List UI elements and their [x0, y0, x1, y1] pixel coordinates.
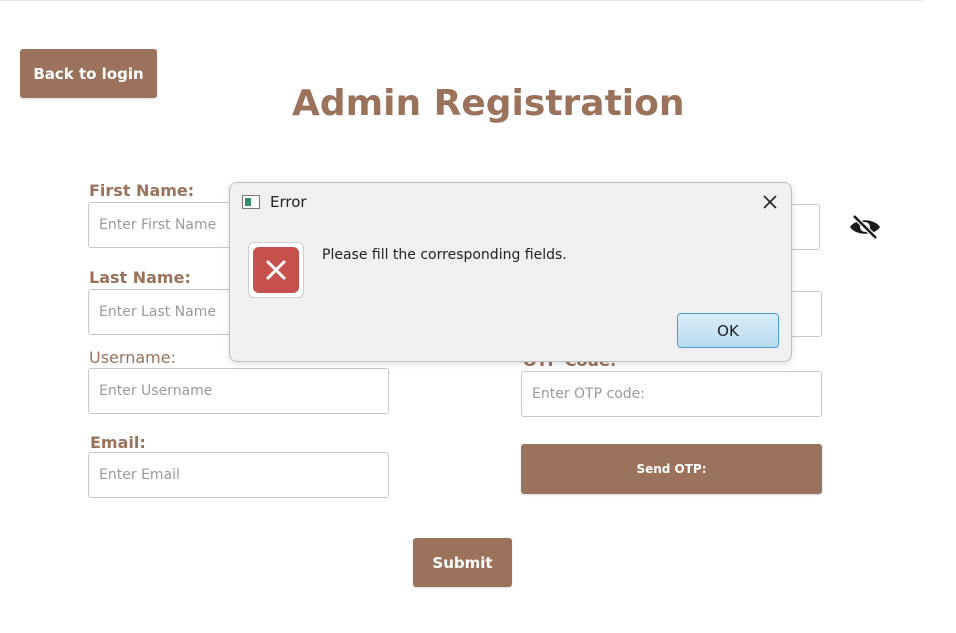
submit-button[interactable]: Submit [413, 538, 512, 587]
dialog-title: Error [270, 193, 307, 211]
send-otp-button[interactable]: Send OTP: [521, 444, 822, 494]
otp-field[interactable]: Enter OTP code: [521, 371, 822, 417]
error-icon [248, 242, 304, 298]
first-name-label: First Name: [89, 181, 195, 200]
close-icon[interactable] [757, 189, 783, 215]
top-divider [0, 0, 922, 1]
email-field[interactable]: Enter Email [88, 452, 389, 498]
email-label: Email: [90, 433, 146, 452]
dialog-message: Please fill the corresponding fields. [322, 247, 567, 263]
back-to-login-button[interactable]: Back to login [20, 49, 157, 98]
error-dialog: Error Please fill the corresponding fiel… [229, 182, 792, 362]
eye-slash-icon[interactable] [848, 214, 882, 240]
ok-button[interactable]: OK [677, 313, 779, 348]
page-title: Admin Registration [292, 83, 685, 124]
window-icon [242, 195, 260, 209]
username-label: Username: [89, 348, 176, 367]
last-name-label: Last Name: [89, 268, 191, 287]
username-field[interactable]: Enter Username [88, 368, 389, 414]
